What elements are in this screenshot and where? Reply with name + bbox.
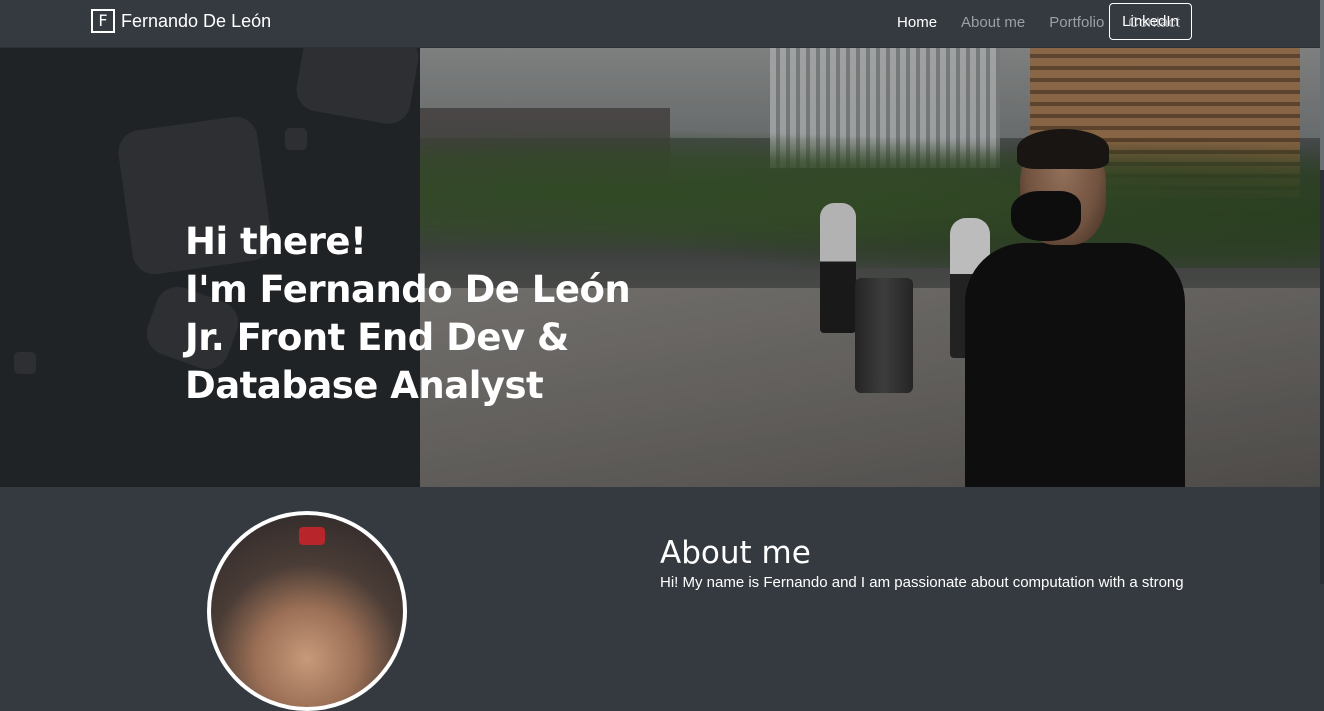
decorative-shape <box>285 128 307 150</box>
about-title: About me <box>660 534 811 571</box>
hero-line: Jr. Front End Dev & <box>185 316 569 359</box>
nav-link-about[interactable]: About me <box>949 14 1037 31</box>
about-section: About me Hi! My name is Fernando and I a… <box>0 487 1324 711</box>
nav-link-portfolio[interactable]: Portfolio <box>1037 14 1116 31</box>
linkedin-button[interactable]: LinkedIn <box>1109 3 1192 40</box>
profile-avatar <box>207 511 407 711</box>
hero-line: Database Analyst <box>185 364 544 407</box>
brand-name: Fernando De León <box>121 10 272 31</box>
brand-logo-icon: F <box>91 9 115 33</box>
about-text: Hi! My name is Fernando and I am passion… <box>660 574 1184 591</box>
page-scrollbar[interactable] <box>1320 0 1324 584</box>
navbar: F Fernando De León Home About me Portfol… <box>0 0 1324 48</box>
scrollbar-thumb[interactable] <box>1320 0 1324 170</box>
brand-link[interactable]: F Fernando De León <box>91 7 271 35</box>
hero-line: I'm Fernando De León <box>185 268 631 311</box>
nav-link-home[interactable]: Home <box>885 14 949 31</box>
hero-heading: Hi there! I'm Fernando De León Jr. Front… <box>185 218 665 410</box>
decorative-shape <box>14 352 36 374</box>
hero-line: Hi there! <box>185 220 367 263</box>
decorative-shape <box>293 48 422 128</box>
hero-section: Hi there! I'm Fernando De León Jr. Front… <box>0 48 1324 487</box>
